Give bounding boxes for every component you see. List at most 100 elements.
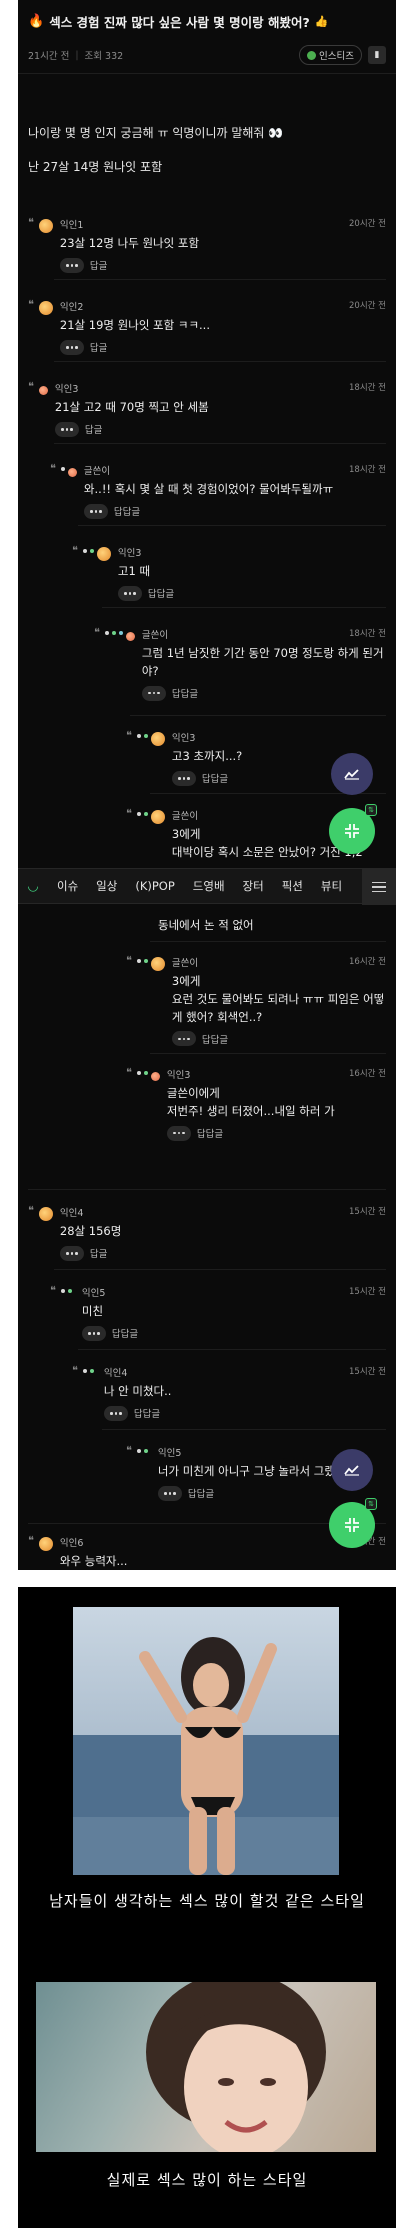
collapse-icon[interactable]: ⇅ xyxy=(329,804,377,854)
divider xyxy=(54,361,386,362)
more-button[interactable] xyxy=(81,1325,106,1341)
home-icon[interactable]: ◡ xyxy=(18,868,48,904)
comment-author: 익인1 xyxy=(59,220,84,231)
reply-item: ❝ 익인3 16시간 전 글쓴이에게 저번주! 생리 터졌어...내일 하러 가 답… xyxy=(126,1067,386,1141)
chart-icon[interactable] xyxy=(331,1449,373,1491)
source-badge[interactable]: 인스티즈 xyxy=(299,45,362,65)
divider xyxy=(102,1429,386,1430)
avatar xyxy=(150,810,165,824)
reply-button[interactable]: 답답글 xyxy=(134,1406,160,1420)
more-button[interactable] xyxy=(166,1125,191,1141)
quote-icon: ❝ xyxy=(72,544,78,557)
more-button[interactable] xyxy=(171,770,196,786)
avatar xyxy=(38,1207,53,1221)
quote-icon: ❝ xyxy=(126,1066,132,1079)
source-icon xyxy=(307,50,317,60)
comment-author: 익인2 xyxy=(59,302,84,313)
quote-icon: ❝ xyxy=(72,1364,78,1377)
quote-icon: ❝ xyxy=(126,807,132,820)
collapse-icon[interactable]: ⇅ xyxy=(329,1498,377,1548)
quote-icon: ❝ xyxy=(50,1284,56,1297)
nav-item[interactable]: 픽션 xyxy=(273,878,312,894)
comment-text: 글쓴이에게 저번주! 생리 터졌어...내일 하러 가 xyxy=(166,1086,335,1118)
reply-button[interactable]: 답답글 xyxy=(148,586,174,600)
nav-item[interactable]: 일상 xyxy=(87,878,126,894)
comment-time: 15시간 전 xyxy=(349,1367,386,1377)
comment-time: 18시간 전 xyxy=(349,383,386,393)
badge-icon: ⇅ xyxy=(365,804,377,816)
comment-text: 나 안 미쳤다.. xyxy=(103,1384,172,1398)
reply-button[interactable]: 답글 xyxy=(90,340,107,354)
reply-button[interactable]: 답글 xyxy=(90,1246,107,1260)
post-header: 🔥 섹스 경험 진짜 많다 싶은 사람 몇 명이랑 해봤어? 👍 21시간 전 … xyxy=(18,0,396,74)
reply-button[interactable]: 답글 xyxy=(90,258,107,272)
more-button[interactable] xyxy=(141,685,166,701)
nav-item[interactable]: 뷰티 xyxy=(312,878,351,894)
category-nav: ◡ 이슈 일상 (K)POP 드영배 장터 픽션 뷰티 xyxy=(18,868,396,905)
post-views: 조회 332 xyxy=(84,51,124,62)
eyes-icon: 👀 xyxy=(268,126,284,140)
comment-text: 와..!! 혹시 몇 살 때 첫 경험이었어? 물어봐두될까ㅠ xyxy=(83,482,334,496)
bookmark-icon[interactable]: ▮ xyxy=(368,46,386,64)
comment-author: 글쓴이 xyxy=(171,958,199,969)
quote-icon: ❝ xyxy=(28,1204,34,1217)
reply-button[interactable]: 답답글 xyxy=(188,1486,214,1500)
reply-button[interactable]: 답답글 xyxy=(172,686,198,700)
quote-icon: ❝ xyxy=(28,298,34,311)
avatar xyxy=(150,957,165,971)
comment-item: ❝ 익인2 20시간 전 21살 19명 원나잇 포함 ㅋㅋ... 답글 xyxy=(28,299,386,355)
like-icon[interactable]: 👍 xyxy=(315,15,329,28)
reply-item-continued: 동네에서 논 적 없어 xyxy=(158,913,386,935)
comment-time: 16시간 전 xyxy=(349,1069,386,1079)
divider xyxy=(130,715,386,716)
post-title: 섹스 경험 진짜 많다 싶은 사람 몇 명이랑 해봤어? xyxy=(49,15,310,30)
more-button[interactable] xyxy=(103,1405,128,1421)
caption-top: 남자들이 생각하는 섹스 많이 할것 같은 스타일 xyxy=(49,1892,365,1910)
comment-author: 글쓴이 xyxy=(171,811,199,822)
avatar xyxy=(38,1537,53,1551)
more-button[interactable] xyxy=(171,1031,196,1047)
photo-smiling-face xyxy=(36,1982,376,2152)
nav-item[interactable]: (K)POP xyxy=(126,879,183,893)
divider xyxy=(78,1349,386,1350)
photo-beach xyxy=(73,1607,339,1875)
more-button[interactable] xyxy=(157,1485,182,1501)
comment-item: ❝ 익인1 20시간 전 23살 12명 나두 원나잇 포함 답글 xyxy=(28,217,386,273)
badge-icon: ⇅ xyxy=(365,1498,377,1510)
comment-text: 28살 156명 xyxy=(59,1224,122,1238)
reply-button[interactable]: 답답글 xyxy=(112,1326,138,1340)
reply-button[interactable]: 답답글 xyxy=(202,771,228,785)
nav-item[interactable]: 드영배 xyxy=(184,878,234,894)
comment-time: 15시간 전 xyxy=(349,1287,386,1297)
comment-author: 익인3 xyxy=(171,733,196,744)
nav-item[interactable]: 장터 xyxy=(234,878,273,894)
more-button[interactable] xyxy=(83,503,108,519)
more-button[interactable] xyxy=(59,339,84,355)
meta-separator: | xyxy=(75,49,79,61)
reply-button[interactable]: 답답글 xyxy=(114,504,140,518)
menu-icon[interactable] xyxy=(362,869,396,905)
avatar xyxy=(125,632,135,641)
reply-button[interactable]: 답글 xyxy=(85,422,102,436)
quote-icon: ❝ xyxy=(126,1444,132,1457)
comment-author: 익인5 xyxy=(157,1448,182,1459)
post-screen: 🔥 섹스 경험 진짜 많다 싶은 사람 몇 명이랑 해봤어? 👍 21시간 전 … xyxy=(18,0,396,1570)
quote-icon: ❝ xyxy=(126,954,132,967)
reply-button[interactable]: 답답글 xyxy=(202,1032,228,1046)
reply-item: ❝ 익인5 15시간 전 미친 답답글 xyxy=(50,1285,386,1341)
chart-icon[interactable] xyxy=(331,753,373,795)
more-button[interactable] xyxy=(117,585,142,601)
comment-text: 와우 능력자... xyxy=(59,1554,128,1568)
post-body-line-2: 난 27살 14명 원나잇 포함 xyxy=(28,160,163,174)
reply-button[interactable]: 답답글 xyxy=(197,1126,223,1140)
divider xyxy=(150,941,386,942)
reply-item: ❝ 익인3 고1 때 답답글 xyxy=(72,545,386,601)
divider xyxy=(54,1269,386,1270)
avatar xyxy=(96,547,111,561)
more-button[interactable] xyxy=(59,1245,84,1261)
post-body-line-1: 나이랑 몇 명 인지 궁금해 ㅠ 익명이니까 말해줘 xyxy=(28,126,265,140)
nav-item[interactable]: 이슈 xyxy=(48,878,87,894)
more-button[interactable] xyxy=(59,257,84,273)
more-button[interactable] xyxy=(54,421,79,437)
comment-text: 동네에서 논 적 없어 xyxy=(158,918,254,932)
